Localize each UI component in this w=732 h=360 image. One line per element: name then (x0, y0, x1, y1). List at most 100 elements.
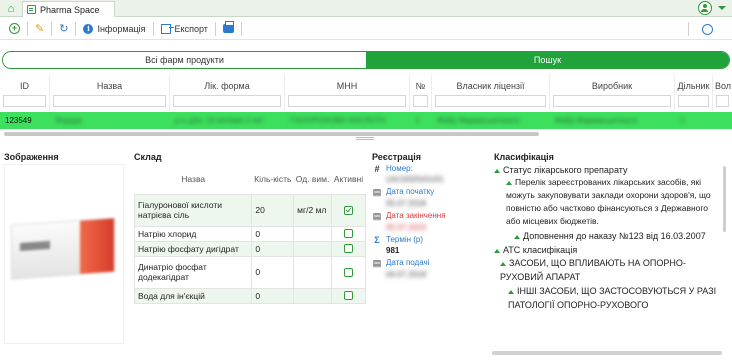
column-inn[interactable]: МНН (285, 75, 410, 111)
column-id[interactable]: ID (0, 75, 50, 111)
table-row[interactable]: Гіалуронової кислоти натрієва сіль 20 мг… (133, 193, 366, 227)
column-owner[interactable]: Власник ліцензії (432, 75, 550, 111)
classification-scrollbar[interactable] (723, 166, 726, 232)
app-tab[interactable]: Pharma Space (22, 1, 115, 17)
collapse-icon[interactable] (506, 180, 512, 185)
filter-name-input[interactable] (53, 95, 166, 107)
bottom-horizontal-scrollbar[interactable] (0, 350, 732, 356)
user-menu[interactable] (698, 1, 726, 15)
ingredient-name: Гіалуронової кислоти натрієва сіль (133, 193, 253, 227)
filter-number-input[interactable] (413, 95, 428, 107)
cell-division: 1 (680, 116, 685, 125)
column-number[interactable]: № (410, 75, 432, 111)
globe-icon (702, 23, 713, 35)
ingredient-qty: 0 (251, 255, 295, 289)
column-title: Дільник (677, 81, 710, 91)
calendar-icon: ▤ (372, 187, 382, 197)
start-date-value: 05.07.2018 (386, 199, 427, 208)
active-checkbox[interactable] (344, 291, 353, 300)
info-button-label: Інформація (97, 23, 146, 34)
table-row[interactable]: Натрію фосфату дигідрат 0 (133, 240, 366, 257)
export-icon (160, 23, 174, 34)
user-icon[interactable] (698, 1, 712, 15)
edit-icon: ✎ (35, 23, 45, 35)
refresh-icon: ↻ (59, 23, 69, 35)
registration-number-value: UA/19325/01/01 (386, 175, 444, 184)
collapse-icon[interactable] (514, 234, 520, 239)
ingredient-qty: 0 (251, 240, 295, 257)
active-checkbox[interactable] (344, 229, 353, 238)
registration-number-label: Номер: (386, 164, 413, 173)
active-cell (331, 287, 366, 304)
term-label: Термін (р) (386, 235, 424, 244)
add-button[interactable]: + (4, 20, 25, 38)
tree-node-status-detail[interactable]: Перелік зареєстрованих лікарських засобі… (492, 176, 728, 228)
cell-inn: ГІАЛУРОНОВА КИСЛОТА (290, 116, 386, 125)
active-cell (331, 193, 366, 227)
tree-node-status[interactable]: Статус лікарського препарату (492, 164, 728, 176)
active-checkbox[interactable] (344, 267, 353, 277)
column-title: Власник ліцензії (456, 81, 525, 91)
column-maker[interactable]: Виробник (550, 75, 675, 111)
filter-form-input[interactable] (173, 95, 281, 107)
tree-node-addition[interactable]: Доповнення до наказу №123 від 16.03.2007 (492, 230, 728, 242)
edit-button[interactable]: ✎ (30, 20, 49, 38)
active-checkbox[interactable] (344, 205, 353, 215)
ingredient-name: Динатріо фосфат додекагідрат (133, 255, 253, 289)
collapse-icon[interactable] (508, 289, 514, 294)
column-division[interactable]: Дільник (675, 75, 713, 111)
column-name[interactable]: Назва (50, 75, 170, 111)
refresh-button[interactable]: ↻ (54, 20, 73, 38)
ingredient-qty: 0 (251, 287, 295, 304)
scrollbar-thumb[interactable] (492, 351, 722, 355)
header-active: Активні (331, 164, 366, 195)
collapse-icon[interactable] (494, 248, 500, 253)
tab-all-products[interactable]: Всі фарм продукти (3, 52, 366, 68)
ingredient-unit (293, 225, 333, 242)
table-row[interactable]: Динатріо фосфат додекагідрат 0 (133, 255, 366, 289)
column-extra[interactable]: Вол (713, 75, 732, 111)
ingredient-unit: мг/2 мл (293, 193, 333, 227)
tree-node-atc[interactable]: АТС класифікація (492, 244, 728, 256)
end-date-value: 05.07.2023 (386, 223, 427, 232)
scrollbar-thumb[interactable] (4, 132, 539, 136)
column-form[interactable]: Лік. форма (170, 75, 285, 111)
filter-inn-input[interactable] (288, 95, 406, 107)
table-row-selected[interactable]: 123549 Ферідж р-н д/ін. 10 мл/амп 2 мл Г… (0, 112, 732, 129)
info-button[interactable]: i Інформація (78, 20, 150, 38)
chevron-down-icon[interactable] (718, 6, 726, 10)
table-row[interactable]: Вода для ін'єкцій 0 (133, 287, 366, 304)
tab-search[interactable]: Пошук (366, 52, 729, 68)
sigma-icon: Σ (374, 235, 380, 245)
language-button[interactable] (697, 20, 718, 38)
tree-node-atc-1[interactable]: ЗАСОБИ, ЩО ВПЛИВАЮТЬ НА ОПОРНО-РУХОВИЙ А… (492, 256, 728, 284)
ingredient-name: Натрію фосфату дигідрат (133, 240, 253, 257)
toolbar-divider (27, 21, 28, 36)
section-title-composition: Склад (134, 152, 162, 162)
view-tabs: Всі фарм продукти Пошук (2, 51, 730, 69)
header-name: Назва (134, 164, 252, 195)
submit-date-value: 04.07.2018 (386, 270, 427, 279)
filter-extra-input[interactable] (716, 95, 729, 107)
term-row: Σ Термін (р) (372, 235, 487, 245)
filter-division-input[interactable] (678, 95, 709, 107)
registration-panel: # Номер: UA/19325/01/01 ▤ Дата початку 0… (372, 164, 487, 282)
filter-owner-input[interactable] (435, 95, 546, 107)
active-checkbox[interactable] (344, 244, 353, 253)
collapse-icon[interactable] (500, 261, 506, 266)
active-cell (331, 240, 366, 257)
app-tab-strip: ⌂ Pharma Space (0, 0, 732, 17)
ingredient-unit (293, 255, 333, 289)
filter-id-input[interactable] (3, 95, 46, 107)
calendar-icon: ▤ (372, 211, 382, 221)
home-button[interactable]: ⌂ (2, 1, 20, 16)
table-row[interactable]: Натрію хлорид 0 (133, 225, 366, 242)
classification-tree: Статус лікарського препарату Перелік зар… (492, 164, 728, 346)
app-tab-title: Pharma Space (40, 4, 100, 15)
panel-splitter-handle[interactable] (356, 137, 374, 140)
export-button[interactable]: Експорт (156, 20, 213, 38)
filter-maker-input[interactable] (553, 95, 671, 107)
collapse-icon[interactable] (494, 168, 500, 173)
tree-node-atc-2[interactable]: ІНШІ ЗАСОБИ, ЩО ЗАСТОСОВУЮТЬСЯ У РАЗІ ПА… (492, 284, 728, 312)
print-button[interactable] (218, 20, 239, 38)
